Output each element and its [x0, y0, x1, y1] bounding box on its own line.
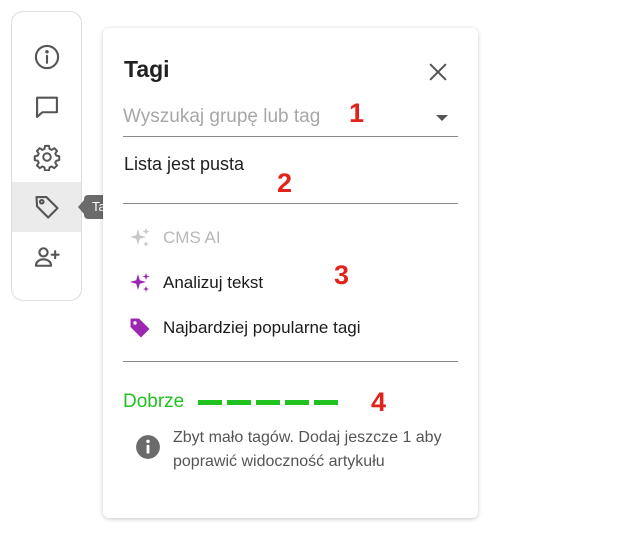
quality-label: Dobrze: [123, 391, 185, 412]
search-input[interactable]: [123, 102, 423, 132]
tag-hint: Zbyt mało tagów. Dodaj jeszcze 1 aby pop…: [135, 426, 455, 474]
quality-segment: [256, 399, 281, 405]
tag-search: [123, 100, 458, 137]
quality-segment: [314, 399, 339, 405]
popular-tags-button[interactable]: Najbardziej popularne tagi: [128, 314, 361, 342]
info-button[interactable]: [12, 32, 81, 82]
panel-title: Tagi: [124, 56, 170, 82]
tags-button[interactable]: [12, 182, 81, 232]
close-icon: [429, 63, 447, 81]
hint-text: Zbyt mało tagów. Dodaj jeszcze 1 aby pop…: [173, 429, 442, 470]
tag-filled-icon: [130, 318, 150, 338]
comments-button[interactable]: [12, 82, 81, 132]
popular-tags-label: Najbardziej popularne tagi: [163, 318, 361, 337]
divider: [123, 361, 458, 362]
tags-panel: Tagi Lista jest pusta CMS AI Analizuj te…: [103, 28, 478, 518]
info-filled-icon: [136, 435, 160, 459]
tag-icon: [34, 196, 59, 219]
cms-ai-label: CMS AI: [163, 228, 221, 247]
tag-quality-indicator: Dobrze: [123, 389, 343, 415]
empty-list-message: Lista jest pusta: [124, 154, 245, 174]
cms-ai-button[interactable]: CMS AI: [128, 224, 221, 252]
comment-icon: [35, 96, 58, 118]
annotation-marker-3: 3: [334, 260, 350, 290]
annotation-marker-2: 2: [277, 168, 293, 198]
quality-segment: [285, 399, 310, 405]
icon-rail: [11, 11, 82, 301]
add-user-button[interactable]: [12, 232, 81, 282]
close-button[interactable]: [425, 59, 451, 85]
sparkles-icon: [130, 228, 150, 247]
annotation-marker-1: 1: [349, 98, 365, 128]
info-icon: [34, 44, 59, 70]
sparkles-icon: [130, 273, 150, 292]
annotation-marker-4: 4: [371, 387, 387, 417]
analyze-text-label: Analizuj tekst: [163, 273, 264, 292]
divider: [123, 203, 458, 204]
quality-segment: [198, 399, 223, 405]
gear-icon: [33, 144, 60, 171]
settings-button[interactable]: [12, 132, 81, 182]
analyze-text-button[interactable]: Analizuj tekst: [128, 269, 263, 297]
add-user-icon: [34, 247, 60, 267]
quality-segment: [227, 399, 252, 405]
dropdown-arrow-icon[interactable]: [436, 115, 448, 121]
